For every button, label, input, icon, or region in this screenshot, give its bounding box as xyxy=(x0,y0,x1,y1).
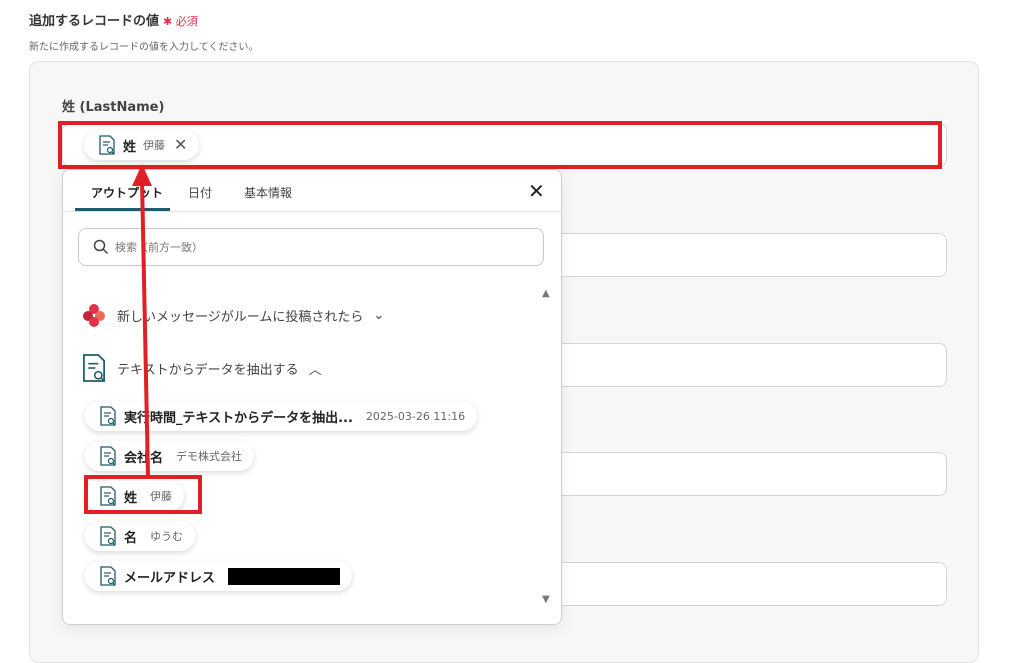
list-item[interactable]: 名 ゆうむ xyxy=(85,521,196,551)
item-name: メールアドレス xyxy=(124,570,216,586)
item-value: デモ株式会社 xyxy=(176,450,243,463)
chatwork-logo-icon xyxy=(83,304,105,327)
item-value: ゆうむ xyxy=(150,530,184,543)
item-name: 名 xyxy=(124,530,138,546)
item-name: 実行時間_テキストからデータを抽出... xyxy=(124,410,353,426)
group-extract-data[interactable]: テキストからデータを抽出する ︿ xyxy=(81,353,322,383)
group-chatwork-trigger[interactable]: 新しいメッセージがルームに投稿されたら ⌄ xyxy=(81,302,384,328)
document-search-icon xyxy=(100,526,116,546)
field-input-4[interactable] xyxy=(540,452,947,496)
highlight-field-box xyxy=(58,121,942,169)
document-search-icon xyxy=(100,406,116,426)
scroll-up-arrow[interactable]: ▲ xyxy=(542,288,550,299)
highlight-item-box xyxy=(84,475,202,514)
field-input-2[interactable] xyxy=(540,233,947,277)
field-label-lastname: 姓 (LastName) xyxy=(62,100,165,115)
arrow-annotation-icon xyxy=(132,164,152,478)
scroll-down-arrow[interactable]: ▼ xyxy=(542,594,550,605)
tab-date[interactable]: 日付 xyxy=(188,184,212,201)
item-value: 2025-03-26 11:16 xyxy=(365,409,466,423)
search-icon xyxy=(93,239,109,255)
list-item[interactable]: 会社名 デモ株式会社 xyxy=(85,441,255,471)
document-search-icon xyxy=(100,446,116,466)
chevron-up-icon: ︿ xyxy=(308,362,322,378)
section-title: 追加するレコードの値 ✱ 必須 xyxy=(29,10,198,29)
document-search-icon xyxy=(83,354,105,382)
section-description: 新たに作成するレコードの値を入力してください。 xyxy=(29,42,259,53)
section-title-text: 追加するレコードの値 xyxy=(29,14,160,29)
document-search-icon xyxy=(100,566,116,586)
list-item[interactable]: メールアドレス xyxy=(85,561,353,591)
chevron-down-icon: ⌄ xyxy=(373,307,385,323)
required-badge: ✱ 必須 xyxy=(163,15,198,28)
close-icon[interactable]: ✕ xyxy=(528,181,545,201)
field-input-5[interactable] xyxy=(540,562,947,606)
tab-basic-info[interactable]: 基本情報 xyxy=(244,184,292,201)
field-input-3[interactable] xyxy=(540,343,947,387)
redacted-value xyxy=(228,567,341,585)
